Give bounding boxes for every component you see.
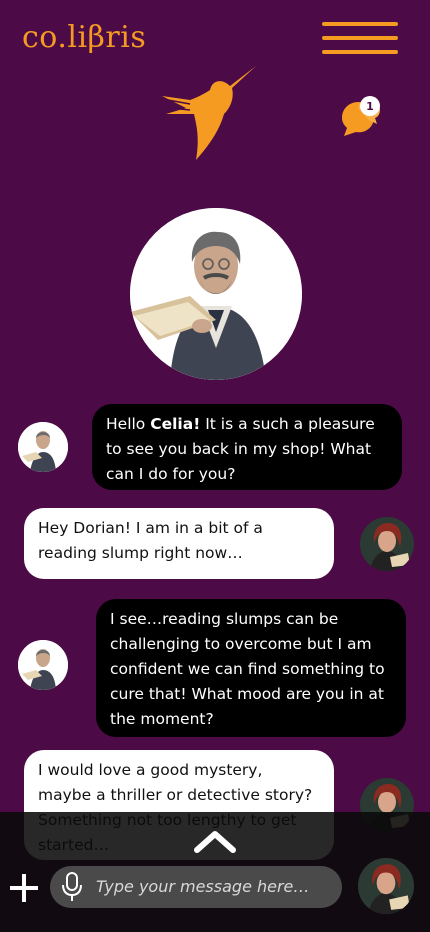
celia-avatar [360, 517, 414, 571]
message-bubble-celia: Hey Dorian! I am in a bit of a reading s… [24, 508, 334, 579]
message-highlight: Celia! [150, 415, 201, 433]
chevron-up-icon[interactable] [193, 828, 237, 854]
dorian-portrait-image [130, 208, 302, 380]
dorian-avatar [18, 422, 68, 472]
messages-button[interactable]: 1 [338, 96, 384, 140]
hamburger-menu-icon[interactable] [322, 22, 398, 54]
message-bubble-dorian: Hello Celia! It is a such a pleasure to … [92, 404, 402, 490]
message-text: Hey Dorian! I am in a bit of a reading s… [38, 519, 263, 562]
user-profile-avatar[interactable] [358, 858, 414, 914]
notification-badge: 1 [360, 96, 380, 116]
dorian-portrait [130, 208, 302, 380]
message-bubble-dorian: I see…reading slumps can be challenging … [96, 599, 406, 737]
message-input[interactable]: Type your message here… [50, 866, 342, 908]
hummingbird-logo-icon [162, 66, 256, 160]
message-text: Hello [106, 415, 151, 433]
add-attachment-button[interactable] [10, 874, 38, 902]
message-text: I see…reading slumps can be challenging … [110, 610, 385, 728]
app-logo[interactable]: co.liβris [22, 20, 146, 55]
microphone-icon[interactable] [62, 872, 82, 902]
dorian-avatar [18, 640, 68, 690]
